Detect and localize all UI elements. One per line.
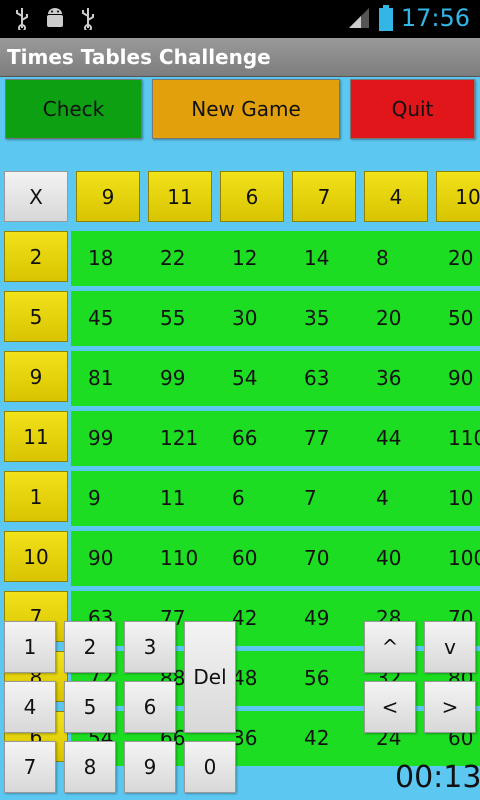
notification-icons <box>14 6 96 30</box>
usb-icon <box>16 8 28 30</box>
answer-cell[interactable]: 44 <box>376 426 401 450</box>
answer-cell[interactable]: 11 <box>160 486 185 510</box>
row-header: 9 <box>4 351 68 402</box>
new-game-button[interactable]: New Game <box>152 79 340 139</box>
grid-corner: X <box>4 171 68 222</box>
answer-cell[interactable]: 36 <box>376 366 401 390</box>
table-row <box>71 351 480 406</box>
status-bar: 17:56 <box>0 0 480 38</box>
column-header: 4 <box>364 171 428 222</box>
answer-cell[interactable]: 110 <box>160 546 198 570</box>
column-header: 6 <box>220 171 284 222</box>
table-row <box>71 231 480 286</box>
table-row <box>71 291 480 346</box>
answer-cell[interactable]: 55 <box>160 306 185 330</box>
table-row <box>71 411 480 466</box>
answer-cell[interactable]: 49 <box>304 606 329 630</box>
key-0[interactable]: 0 <box>184 741 236 793</box>
app-title: Times Tables Challenge <box>7 45 271 69</box>
key-7[interactable]: 7 <box>4 741 56 793</box>
left-arrow-key[interactable]: < <box>364 681 416 733</box>
answer-cell[interactable]: 40 <box>376 546 401 570</box>
down-arrow-key[interactable]: v <box>424 621 476 673</box>
answer-cell[interactable]: 18 <box>88 246 113 270</box>
row-header: 2 <box>4 231 68 282</box>
signal-icon <box>348 8 369 28</box>
table-row <box>71 471 480 526</box>
title-bar: Times Tables Challenge <box>0 38 480 77</box>
answer-cell[interactable]: 77 <box>304 426 329 450</box>
answer-cell[interactable]: 8 <box>376 246 389 270</box>
answer-cell[interactable]: 20 <box>376 306 401 330</box>
answer-cell[interactable]: 22 <box>160 246 185 270</box>
answer-cell[interactable]: 90 <box>88 546 113 570</box>
delete-key[interactable]: Del <box>184 621 236 733</box>
right-arrow-key[interactable]: > <box>424 681 476 733</box>
answer-cell[interactable]: 54 <box>232 366 257 390</box>
column-header: 11 <box>148 171 212 222</box>
column-header: 9 <box>76 171 140 222</box>
usb-icon <box>82 8 94 30</box>
row-header: 10 <box>4 531 68 582</box>
table-row <box>71 531 480 586</box>
answer-cell[interactable]: 30 <box>232 306 257 330</box>
answer-cell[interactable]: 14 <box>304 246 329 270</box>
answer-cell[interactable]: 6 <box>232 486 245 510</box>
quit-button[interactable]: Quit <box>350 79 475 139</box>
key-4[interactable]: 4 <box>4 681 56 733</box>
answer-cell[interactable]: 99 <box>160 366 185 390</box>
answer-cell[interactable]: 100 <box>448 546 480 570</box>
answer-cell[interactable]: 60 <box>232 546 257 570</box>
answer-cell[interactable]: 45 <box>88 306 113 330</box>
answer-cell[interactable]: 66 <box>232 426 257 450</box>
game-timer: 00:13 <box>395 760 480 795</box>
answer-cell[interactable]: 110 <box>448 426 480 450</box>
status-clock: 17:56 <box>400 4 470 32</box>
answer-cell[interactable]: 50 <box>448 306 473 330</box>
answer-cell[interactable]: 12 <box>232 246 257 270</box>
key-2[interactable]: 2 <box>64 621 116 673</box>
check-button[interactable]: Check <box>5 79 142 139</box>
answer-cell[interactable]: 63 <box>304 366 329 390</box>
key-1[interactable]: 1 <box>4 621 56 673</box>
answer-cell[interactable]: 99 <box>88 426 113 450</box>
key-9[interactable]: 9 <box>124 741 176 793</box>
answer-cell[interactable]: 7 <box>304 486 317 510</box>
row-header: 1 <box>4 471 68 522</box>
answer-cell[interactable]: 35 <box>304 306 329 330</box>
answer-cell[interactable]: 56 <box>304 666 329 690</box>
column-header: 7 <box>292 171 356 222</box>
answer-cell[interactable]: 10 <box>448 486 473 510</box>
key-3[interactable]: 3 <box>124 621 176 673</box>
row-header: 11 <box>4 411 68 462</box>
column-header: 10 <box>436 171 480 222</box>
android-debug-icon <box>47 8 63 27</box>
answer-cell[interactable]: 90 <box>448 366 473 390</box>
answer-cell[interactable]: 81 <box>88 366 113 390</box>
answer-cell[interactable]: 70 <box>304 546 329 570</box>
row-header: 5 <box>4 291 68 342</box>
answer-cell[interactable]: 9 <box>88 486 101 510</box>
answer-cell[interactable]: 121 <box>160 426 198 450</box>
answer-cell[interactable]: 20 <box>448 246 473 270</box>
answer-cell[interactable]: 4 <box>376 486 389 510</box>
up-arrow-key[interactable]: ^ <box>364 621 416 673</box>
key-5[interactable]: 5 <box>64 681 116 733</box>
battery-icon <box>378 5 393 31</box>
answer-cell[interactable]: 42 <box>304 726 329 750</box>
key-8[interactable]: 8 <box>64 741 116 793</box>
key-6[interactable]: 6 <box>124 681 176 733</box>
